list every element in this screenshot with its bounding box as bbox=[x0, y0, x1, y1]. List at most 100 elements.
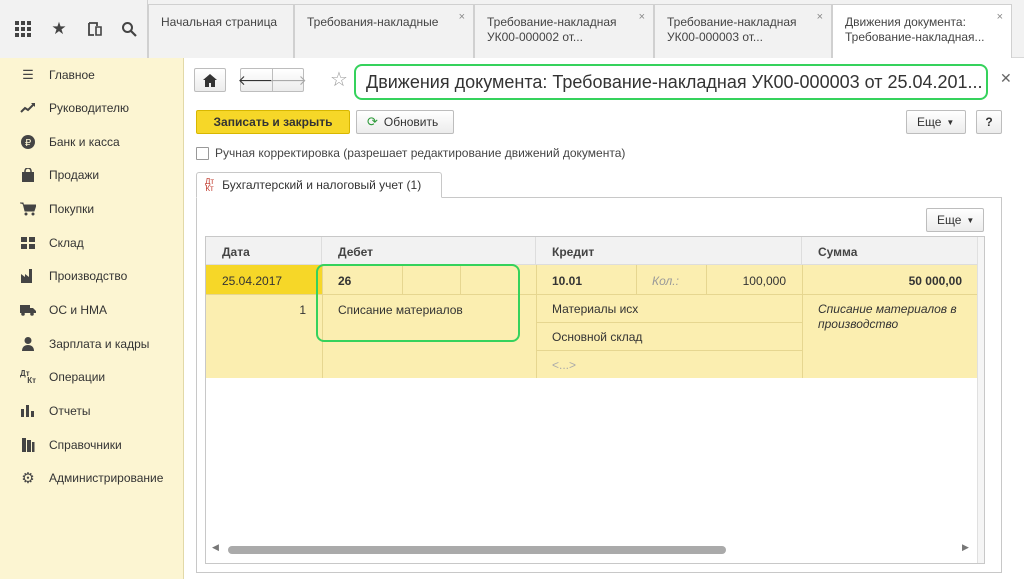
top-bar: ★ Начальная страница Требования-накладны… bbox=[0, 0, 1024, 59]
home-button[interactable] bbox=[194, 68, 226, 92]
sidebar-item-label: Руководителю bbox=[49, 101, 130, 115]
tab-label: Требование-накладная bbox=[667, 15, 797, 29]
sidebar-item-operations[interactable]: Дт Кт Операции bbox=[0, 362, 184, 392]
scroll-left-icon[interactable]: ◀ bbox=[212, 542, 219, 553]
close-icon[interactable]: × bbox=[997, 10, 1003, 25]
bar-chart-icon bbox=[20, 403, 36, 419]
trend-chart-icon bbox=[20, 100, 36, 116]
entry-date: 25.04.2017 bbox=[222, 274, 283, 288]
back-button[interactable]: 🡐 bbox=[238, 68, 275, 92]
tab-accounting-tax[interactable]: Дт Кт Бухгалтерский и налоговый учет (1) bbox=[196, 172, 442, 198]
column-header-date[interactable]: Дата bbox=[206, 237, 322, 265]
more-label: Еще bbox=[917, 115, 942, 129]
sidebar: ☰ Главное Руководителю ₽ Банк и касса Пр… bbox=[0, 58, 184, 579]
close-icon[interactable]: ✕ bbox=[1000, 70, 1012, 87]
tab-label: Движения документа: bbox=[845, 15, 966, 29]
tab-label: Начальная страница bbox=[161, 15, 278, 29]
help-button[interactable]: ? bbox=[976, 110, 1002, 134]
sidebar-item-label: Продажи bbox=[49, 168, 100, 182]
sidebar-item-fixed-assets[interactable]: ОС и НМА bbox=[0, 295, 184, 325]
tab-label: Требование-накладная bbox=[487, 15, 617, 29]
debit-subconto: Списание материалов bbox=[338, 303, 463, 317]
refresh-icon: ⟳ bbox=[367, 114, 378, 129]
shopping-bag-icon bbox=[20, 167, 36, 183]
manual-correction-label: Ручная корректировка (разрешает редактир… bbox=[215, 146, 626, 160]
shopping-cart-icon bbox=[20, 201, 36, 217]
tab-requisition-000003[interactable]: Требование-накладная УК00-000003 от... × bbox=[654, 4, 832, 58]
favorite-star-icon[interactable]: ☆ bbox=[330, 70, 348, 90]
gear-icon: ⚙ bbox=[21, 470, 35, 487]
scroll-right-icon[interactable]: ▶ bbox=[962, 542, 969, 553]
menu-lines-icon: ☰ bbox=[22, 67, 34, 82]
books-icon bbox=[20, 437, 36, 453]
sidebar-item-manager[interactable]: Руководителю bbox=[0, 93, 184, 123]
sidebar-item-warehouse[interactable]: Склад bbox=[0, 228, 184, 258]
debit-account: 26 bbox=[338, 274, 352, 288]
more-label: Еще bbox=[937, 213, 962, 227]
sidebar-item-payroll[interactable]: Зарплата и кадры bbox=[0, 329, 184, 359]
sidebar-item-label: ОС и НМА bbox=[49, 303, 108, 317]
tab-label: УК00-000003 от... bbox=[667, 30, 763, 44]
sidebar-item-bank[interactable]: ₽ Банк и касса bbox=[0, 127, 184, 157]
scrollbar-thumb[interactable] bbox=[228, 546, 726, 554]
sidebar-item-administration[interactable]: ⚙ Администрирование bbox=[0, 463, 184, 493]
credit-quantity: 100,000 bbox=[742, 274, 786, 288]
truck-icon bbox=[20, 302, 36, 318]
search-icon[interactable] bbox=[118, 18, 140, 40]
tab-home[interactable]: Начальная страница bbox=[148, 4, 294, 58]
credit-account: 10.01 bbox=[552, 274, 583, 288]
sidebar-item-sales[interactable]: Продажи bbox=[0, 160, 184, 190]
close-icon[interactable]: × bbox=[639, 10, 645, 25]
entry-number: 1 bbox=[299, 303, 306, 317]
entry-description: Списание материалов в производство bbox=[818, 302, 957, 331]
star-icon[interactable]: ★ bbox=[48, 18, 70, 40]
sidebar-item-label: Склад bbox=[49, 236, 84, 250]
forward-button[interactable]: 🡒 bbox=[269, 68, 307, 92]
tab-label: Требование-накладная... bbox=[845, 30, 985, 44]
dropdown-arrow-icon: ▼ bbox=[966, 215, 975, 225]
debit-credit-icon: Дт Кт bbox=[20, 369, 36, 385]
credit-quantity-label: Кол.: bbox=[652, 274, 679, 288]
column-header-credit[interactable]: Кредит bbox=[536, 237, 802, 265]
close-icon[interactable]: × bbox=[817, 10, 823, 25]
column-header-debit[interactable]: Дебет bbox=[322, 237, 536, 265]
close-icon[interactable]: × bbox=[459, 10, 465, 25]
svg-text:₽: ₽ bbox=[25, 138, 32, 149]
apps-grid-icon[interactable] bbox=[12, 18, 34, 40]
history-icon[interactable] bbox=[84, 18, 106, 40]
table-more-button[interactable]: Еще ▼ bbox=[926, 208, 984, 232]
column-header-amount[interactable]: Сумма bbox=[802, 237, 978, 265]
ruble-coin-icon: ₽ bbox=[20, 134, 36, 150]
sidebar-item-label: Производство bbox=[49, 269, 128, 283]
entry-amount: 50 000,00 bbox=[908, 274, 962, 288]
person-icon bbox=[20, 336, 36, 352]
credit-subconto-1: Материалы исх bbox=[552, 302, 639, 316]
entries-table: Дата Дебет Кредит Сумма 25.04.2017 1 26 … bbox=[205, 236, 985, 564]
refresh-button[interactable]: ⟳ Обновить bbox=[356, 110, 454, 134]
vertical-scrollbar[interactable] bbox=[977, 237, 984, 563]
sidebar-item-purchases[interactable]: Покупки bbox=[0, 194, 184, 224]
debit-credit-icon: Дт Кт bbox=[205, 177, 215, 193]
tab-requisition-000002[interactable]: Требование-накладная УК00-000002 от... × bbox=[474, 4, 654, 58]
sidebar-item-catalogs[interactable]: Справочники bbox=[0, 430, 184, 460]
page-title: Движения документа: Требование-накладная… bbox=[354, 64, 988, 100]
more-button[interactable]: Еще ▼ bbox=[906, 110, 966, 134]
tab-document-movements[interactable]: Движения документа: Требование-накладная… bbox=[832, 4, 1012, 59]
sidebar-item-label: Операции bbox=[49, 370, 106, 384]
tab-requisitions-list[interactable]: Требования-накладные × bbox=[294, 4, 474, 58]
tab-label: Бухгалтерский и налоговый учет (1) bbox=[222, 178, 422, 192]
manual-correction-row[interactable]: Ручная корректировка (разрешает редактир… bbox=[196, 146, 625, 160]
arrow-right-icon: 🡒 bbox=[269, 71, 307, 88]
sidebar-item-main[interactable]: ☰ Главное bbox=[0, 60, 184, 90]
sidebar-item-label: Справочники bbox=[49, 438, 122, 452]
save-and-close-button[interactable]: Записать и закрыть bbox=[196, 110, 350, 134]
refresh-label: Обновить bbox=[383, 115, 439, 129]
factory-icon bbox=[20, 268, 36, 284]
sidebar-item-label: Администрирование bbox=[49, 471, 164, 485]
home-icon bbox=[203, 73, 217, 87]
sidebar-item-production[interactable]: Производство bbox=[0, 261, 184, 291]
sidebar-item-reports[interactable]: Отчеты bbox=[0, 396, 184, 426]
manual-correction-checkbox[interactable] bbox=[196, 146, 209, 160]
tab-label: Требования-накладные bbox=[307, 15, 439, 29]
sidebar-item-label: Отчеты bbox=[49, 404, 91, 418]
